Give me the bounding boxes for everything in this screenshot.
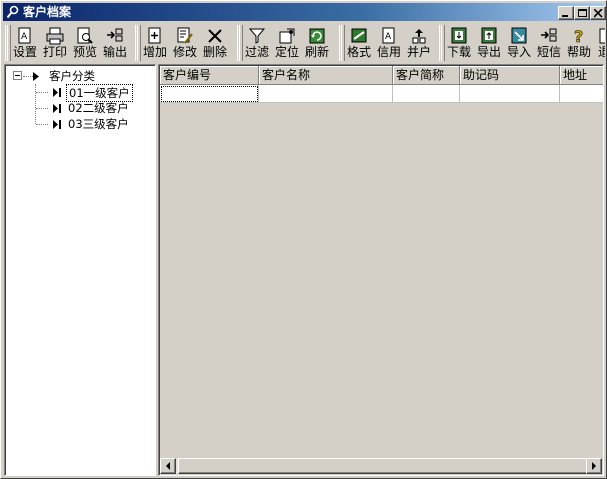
svg-text:A: A — [385, 32, 392, 42]
column-header-short-name[interactable]: 客户简称 — [393, 66, 460, 85]
tree-item-level1[interactable]: 01一级客户 — [11, 84, 151, 102]
tree-item-label: 03三级客户 — [68, 117, 129, 131]
column-header-name[interactable]: 客户名称 — [259, 66, 393, 85]
scroll-thumb[interactable] — [178, 458, 598, 474]
minimize-icon — [562, 15, 568, 17]
delete-icon — [208, 29, 222, 43]
content-area: 客户分类 01一级客户 02二级客户 03三级客户 客户编号 客户名称 客户简称… — [4, 64, 604, 476]
window-title: 客户档案 — [23, 5, 72, 19]
sms-button[interactable]: 短信 — [534, 25, 564, 61]
toolbar-group-edit: 增加 修改 删除 — [135, 25, 231, 61]
locate-icon — [279, 28, 295, 44]
svg-text:A: A — [21, 32, 28, 42]
refresh-button[interactable]: 刷新 — [302, 25, 332, 61]
close-icon — [594, 9, 603, 18]
node-record-icon — [53, 120, 61, 129]
add-icon — [148, 27, 161, 44]
import-icon — [511, 27, 527, 44]
delete-button[interactable]: 删除 — [200, 25, 230, 61]
scroll-left-button[interactable] — [160, 458, 176, 474]
filter-button[interactable]: 过滤 — [242, 25, 272, 61]
toolbar-group-query: 过滤 定位 刷新 — [237, 25, 333, 61]
tree-root-node[interactable]: 客户分类 — [11, 68, 151, 84]
scroll-right-button[interactable] — [586, 458, 602, 474]
export-icon — [481, 27, 497, 44]
cell-mnemonic[interactable] — [460, 85, 560, 103]
print-button[interactable]: 打印 — [40, 25, 70, 61]
output-button[interactable]: 输出 — [100, 25, 130, 61]
settings-icon: A — [18, 27, 31, 44]
column-header-code[interactable]: 客户编号 — [160, 66, 259, 85]
toolbar-group-data: 下载 导出 导入 短信 ? 帮助 退 — [439, 25, 605, 61]
node-record-icon — [53, 104, 61, 113]
export-button[interactable]: 导出 — [474, 25, 504, 61]
merge-icon — [412, 29, 426, 44]
maximize-icon — [578, 9, 587, 17]
svg-text:?: ? — [574, 27, 583, 45]
refresh-icon — [309, 28, 325, 44]
credit-icon: A — [382, 27, 395, 44]
exit-button[interactable]: 退 — [594, 25, 605, 61]
tree-item-level2[interactable]: 02二级客户 — [11, 100, 151, 116]
toolbar-group-output: A 设置 打印 预览 输出 — [5, 25, 131, 61]
node-record-icon — [53, 88, 61, 97]
node-arrow-icon — [33, 72, 39, 81]
filter-icon — [248, 28, 266, 44]
arrow-right-icon — [592, 462, 596, 470]
cell-short-name[interactable] — [393, 85, 460, 103]
minimize-button[interactable] — [558, 6, 574, 20]
format-icon — [351, 28, 367, 43]
import-button[interactable]: 导入 — [504, 25, 534, 61]
preview-icon — [77, 27, 93, 44]
merge-button[interactable]: 并户 — [404, 25, 434, 61]
collapse-toggle[interactable] — [13, 71, 22, 80]
preview-button[interactable]: 预览 — [70, 25, 100, 61]
cell-address[interactable] — [560, 85, 603, 103]
exit-icon — [599, 28, 605, 44]
credit-button[interactable]: A 信用 — [374, 25, 404, 61]
download-button[interactable]: 下载 — [444, 25, 474, 61]
help-icon: ? — [574, 27, 584, 45]
column-header-address[interactable]: 地址 — [560, 66, 603, 85]
customer-archive-window: 客户档案 A 设置 打印 预览 输出 增加 修改 删除 过滤 定位 刷新 格式 … — [0, 0, 607, 479]
category-tree[interactable]: 客户分类 01一级客户 02二级客户 03三级客户 — [4, 64, 156, 476]
tree-root-label: 客户分类 — [49, 69, 95, 83]
column-header-mnemonic[interactable]: 助记码 — [460, 66, 560, 85]
toolbar-group-format: 格式 A 信用 并户 — [339, 25, 435, 61]
format-button[interactable]: 格式 — [344, 25, 374, 61]
edit-button[interactable]: 修改 — [170, 25, 200, 61]
settings-button[interactable]: A 设置 — [10, 25, 40, 61]
sms-icon — [541, 28, 557, 42]
toolbar: A 设置 打印 预览 输出 增加 修改 删除 过滤 定位 刷新 格式 A 信用 … — [3, 23, 605, 63]
arrow-left-icon — [166, 462, 170, 470]
title-bar[interactable]: 客户档案 — [3, 3, 606, 21]
tree-item-level3[interactable]: 03三级客户 — [11, 116, 151, 132]
cell-code[interactable] — [160, 85, 259, 103]
add-button[interactable]: 增加 — [140, 25, 170, 61]
locate-button[interactable]: 定位 — [272, 25, 302, 61]
magnifier-key-icon — [6, 5, 19, 19]
help-button[interactable]: ? 帮助 — [564, 25, 594, 61]
cell-name[interactable] — [259, 85, 393, 103]
print-icon — [46, 27, 64, 45]
close-button[interactable] — [590, 6, 606, 20]
customer-grid[interactable]: 客户编号 客户名称 客户简称 助记码 地址 — [158, 64, 604, 476]
maximize-button[interactable] — [574, 6, 590, 20]
download-icon — [451, 27, 467, 44]
edit-icon — [177, 27, 193, 44]
horizontal-scrollbar[interactable] — [160, 458, 602, 474]
output-icon — [107, 28, 123, 42]
tree-item-label: 02二级客户 — [68, 101, 129, 115]
